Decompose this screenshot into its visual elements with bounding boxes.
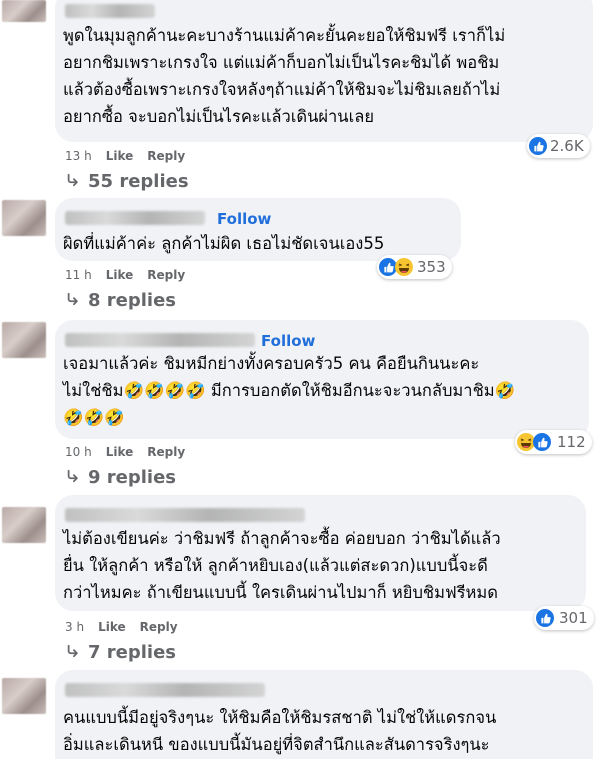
comment-bubble: Follow เจอมาแล้วค่ะ ชิมหมีกย่างทั้งครอบค… (55, 320, 589, 439)
comment-bubble: คนแบบนี้มีอยู่จริงๆนะ ให้ชิมคือให้ชิมรสช… (55, 670, 593, 759)
view-replies-link[interactable]: 8 replies (66, 290, 176, 311)
reply-arrow-icon (66, 467, 80, 488)
replies-count: 8 replies (88, 290, 177, 311)
comment-actions: 11 h Like Reply (65, 268, 185, 282)
like-button[interactable]: Like (98, 620, 126, 634)
like-icon (533, 433, 551, 451)
reply-arrow-icon (66, 642, 80, 663)
follow-button[interactable]: Follow (217, 210, 271, 228)
comment-bubble: ไม่ต้องเขียนค่ะ ว่าชิมฟรี ถ้าลูกค้าจะซื้… (55, 495, 586, 611)
reply-button[interactable]: Reply (147, 149, 185, 163)
avatar[interactable] (2, 322, 46, 358)
follow-button[interactable]: Follow (261, 332, 315, 350)
comment-actions: 10 h Like Reply (65, 445, 185, 459)
replies-count: 7 replies (88, 642, 177, 663)
comment-actions: 13 h Like Reply (65, 149, 185, 163)
author-name[interactable] (65, 333, 255, 347)
reaction-summary[interactable]: 112 (515, 430, 592, 454)
reaction-summary[interactable]: 2.6K (527, 134, 590, 158)
replies-count: 9 replies (88, 467, 177, 488)
comment-bubble: พูดในมุมลูกค้านะคะบางร้านแม่ค้าคะยั้นคะย… (55, 0, 593, 142)
author-name[interactable] (65, 508, 305, 522)
comment-text: ผิดที่แม่ค้าค่ะ ลูกค้าไม่ผิด เธอไม่ชัดเจ… (63, 234, 385, 253)
comment-text: พูดในมุมลูกค้านะคะบางร้านแม่ค้าคะยั้นคะย… (63, 26, 506, 126)
view-replies-link[interactable]: 55 replies (66, 171, 189, 192)
like-button[interactable]: Like (106, 445, 134, 459)
replies-count: 55 replies (88, 171, 189, 192)
timestamp[interactable]: 3 h (65, 620, 84, 634)
reaction-summary[interactable]: 301 (534, 606, 594, 630)
reply-button[interactable]: Reply (140, 620, 178, 634)
comment-actions: 3 h Like Reply (65, 620, 178, 634)
reply-arrow-icon (66, 171, 80, 192)
author-name[interactable] (65, 211, 205, 225)
comment-bubble: Follow ผิดที่แม่ค้าค่ะ ลูกค้าไม่ผิด เธอไ… (55, 198, 461, 261)
like-button[interactable]: Like (106, 149, 134, 163)
haha-icon (395, 258, 413, 276)
timestamp[interactable]: 11 h (65, 268, 92, 282)
timestamp[interactable]: 10 h (65, 445, 92, 459)
reaction-summary[interactable]: 353 (377, 255, 452, 279)
avatar[interactable] (2, 507, 46, 543)
comment-text: ไม่ต้องเขียนค่ะ ว่าชิมฟรี ถ้าลูกค้าจะซื้… (63, 529, 501, 602)
reaction-count: 2.6K (550, 137, 584, 155)
timestamp[interactable]: 13 h (65, 149, 92, 163)
reply-button[interactable]: Reply (147, 268, 185, 282)
reply-button[interactable]: Reply (147, 445, 185, 459)
view-replies-link[interactable]: 7 replies (66, 642, 176, 663)
like-button[interactable]: Like (106, 268, 134, 282)
reaction-count: 112 (557, 433, 586, 451)
avatar[interactable] (2, 678, 46, 714)
author-name[interactable] (65, 4, 155, 18)
reply-arrow-icon (66, 290, 80, 311)
like-icon (536, 609, 554, 627)
comment-text: คนแบบนี้มีอยู่จริงๆนะ ให้ชิมคือให้ชิมรสช… (63, 708, 497, 754)
avatar[interactable] (2, 200, 46, 236)
author-name[interactable] (65, 683, 265, 697)
comment-text: เจอมาแล้วค่ะ ชิมหมีกย่างทั้งครอบครัว5 คน… (63, 354, 516, 427)
avatar[interactable] (2, 0, 46, 22)
like-icon (529, 137, 547, 155)
reaction-count: 301 (559, 609, 588, 627)
view-replies-link[interactable]: 9 replies (66, 467, 176, 488)
reaction-count: 353 (417, 258, 446, 276)
